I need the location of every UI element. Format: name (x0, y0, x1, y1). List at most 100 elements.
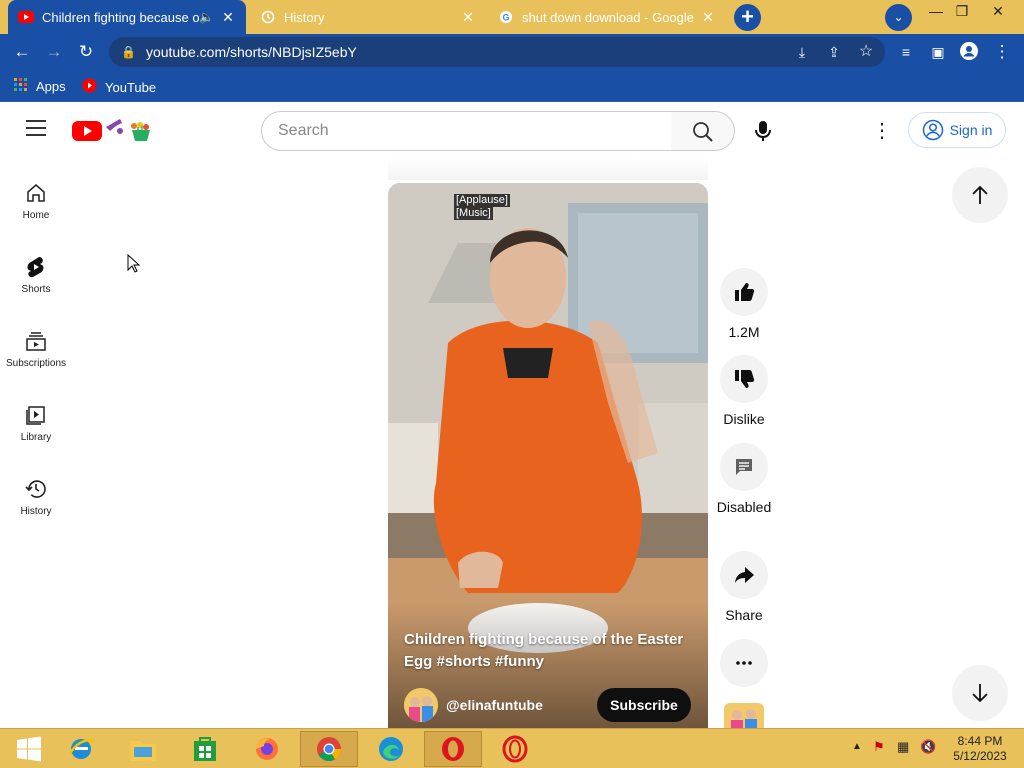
file-explorer-icon[interactable] (114, 731, 172, 767)
forward-button[interactable]: → (43, 41, 65, 63)
opera-gx-icon[interactable] (486, 731, 544, 767)
sidebar-item-library[interactable]: Library (0, 402, 72, 443)
start-icon[interactable] (0, 731, 58, 767)
comments-button[interactable]: Disabled (717, 443, 771, 517)
next-short-button[interactable] (952, 665, 1008, 721)
clock-date: 5/12/2023 (953, 749, 1007, 763)
edge-icon[interactable] (362, 731, 420, 767)
sidebar-item-label: Shorts (21, 284, 51, 295)
bookmark-label: Apps (36, 79, 66, 94)
url-text: youtube.com/shorts/NBDjsIZ5ebY (145, 44, 357, 60)
reload-button[interactable]: ↻ (75, 41, 97, 63)
sidebar-item-home[interactable]: Home (0, 180, 72, 221)
share-button[interactable]: Share (720, 551, 768, 625)
show-hidden-icons-icon[interactable]: ▲ (852, 741, 862, 752)
channel-info[interactable]: @elinafuntube (404, 688, 543, 722)
tab-google-search[interactable]: G shut down download - Google Se ✕ (488, 0, 726, 34)
like-button[interactable]: 1.2M (720, 268, 768, 342)
channel-handle[interactable]: @elinafuntube (446, 697, 543, 713)
close-tab-icon[interactable]: ✕ (220, 9, 236, 26)
tab-title: shut down download - Google Se (522, 9, 694, 25)
chrome-icon[interactable] (300, 731, 358, 767)
microphone-icon[interactable] (752, 119, 774, 143)
side-panel-icon[interactable]: ▣ (927, 41, 949, 63)
install-app-icon[interactable]: ⤓ (791, 41, 813, 63)
bookmark-youtube[interactable]: YouTube (82, 78, 156, 96)
network-icon[interactable]: ▦ (897, 739, 909, 755)
opera-icon[interactable] (424, 731, 482, 767)
lock-icon[interactable]: 🔒 (121, 45, 136, 59)
tab-history[interactable]: History ✕ (250, 0, 486, 34)
dislike-label: Dislike (723, 411, 765, 427)
search-input[interactable]: Search (261, 111, 672, 151)
restore-button[interactable]: ❐ (947, 2, 977, 22)
dislike-button[interactable]: Dislike (720, 355, 768, 429)
video-top-shadow (388, 158, 708, 180)
youtube-favicon (18, 9, 34, 25)
comment-icon[interactable] (720, 443, 768, 491)
bookmark-star-icon[interactable]: ☆ (855, 41, 877, 63)
sidebar-item-subscriptions[interactable]: Subscriptions (0, 328, 72, 369)
tab-strip: Children fighting because of 🔈 ✕ History… (0, 0, 1024, 34)
bookmark-label: YouTube (105, 79, 157, 95)
share-icon[interactable]: ⇪ (823, 41, 845, 63)
internet-explorer-icon[interactable] (52, 731, 110, 767)
media-control-icon[interactable]: ≡ (895, 41, 917, 63)
profile-icon[interactable] (958, 41, 980, 63)
history-icon (260, 9, 276, 25)
action-center-flag-icon[interactable]: ⚑ (873, 739, 885, 755)
caption-line: [Music] (454, 207, 493, 220)
more-actions-button[interactable] (720, 639, 768, 687)
bookmarks-bar: Apps YouTube (0, 70, 1024, 102)
close-tab-icon[interactable]: ✕ (700, 9, 716, 26)
subscribe-button[interactable]: Subscribe (597, 688, 691, 722)
close-tab-icon[interactable]: ✕ (460, 9, 476, 26)
comments-disabled-label: Disabled (716, 499, 772, 515)
new-tab-button[interactable]: + (734, 4, 761, 31)
shorts-icon (0, 254, 72, 280)
arrow-down-icon (972, 684, 988, 703)
tab-search-button[interactable]: ⌄ (885, 4, 912, 31)
store-icon[interactable] (176, 731, 234, 767)
volume-muted-icon[interactable]: 🔇 (920, 739, 936, 755)
settings-kebab-icon[interactable]: ⋮ (872, 119, 892, 143)
sign-in-button[interactable]: Sign in (908, 112, 1006, 148)
short-title[interactable]: Children fighting because of the Easter … (404, 629, 694, 673)
share-label: Share (725, 607, 763, 623)
thumbs-down-icon[interactable] (720, 355, 768, 403)
tab-title: History (284, 9, 325, 25)
sidebar-item-shorts[interactable]: Shorts (0, 254, 72, 295)
previous-short-button[interactable] (952, 167, 1008, 223)
speaker-icon[interactable]: 🔈 (199, 10, 214, 24)
shorts-video-player[interactable]: [Applause] [Music] Children fighting bec… (388, 183, 708, 728)
more-horizontal-icon[interactable] (720, 639, 768, 687)
sidebar-item-label: Subscriptions (5, 358, 67, 369)
sidebar-item-label: History (20, 506, 52, 517)
bookmark-apps[interactable]: Apps (14, 78, 66, 95)
windows-taskbar: ▲ ⚑ ▦ 🔇 8:44 PM 5/12/2023 (0, 728, 1024, 768)
tab-youtube-short[interactable]: Children fighting because of 🔈 ✕ (8, 0, 246, 34)
thumbs-up-icon[interactable] (720, 268, 768, 316)
back-button[interactable]: ← (11, 41, 33, 63)
youtube-logo[interactable] (72, 117, 162, 143)
firefox-icon[interactable] (238, 731, 296, 767)
tab-title: Children fighting because of (42, 9, 200, 25)
sidebar-item-label: Home (22, 210, 50, 221)
address-bar[interactable]: 🔒 youtube.com/shorts/NBDjsIZ5ebY (109, 37, 885, 67)
arrow-up-icon (972, 185, 988, 204)
mouse-cursor-icon (127, 253, 141, 279)
sound-thumbnail[interactable] (724, 703, 764, 728)
sidebar-item-label: Library (20, 432, 52, 443)
caption-line: [Applause] (454, 194, 510, 207)
svg-text:G: G (503, 13, 510, 23)
search-button[interactable] (671, 111, 735, 151)
kebab-menu-icon[interactable]: ⋮ (991, 41, 1013, 63)
system-clock[interactable]: 8:44 PM 5/12/2023 (944, 734, 1016, 764)
library-icon (0, 402, 72, 428)
hamburger-menu-icon[interactable] (26, 120, 46, 136)
like-count: 1.2M (728, 324, 760, 340)
sidebar-item-history[interactable]: History (0, 476, 72, 517)
channel-avatar[interactable] (404, 688, 438, 722)
share-arrow-icon[interactable] (720, 551, 768, 599)
close-window-button[interactable]: ✕ (983, 2, 1013, 22)
